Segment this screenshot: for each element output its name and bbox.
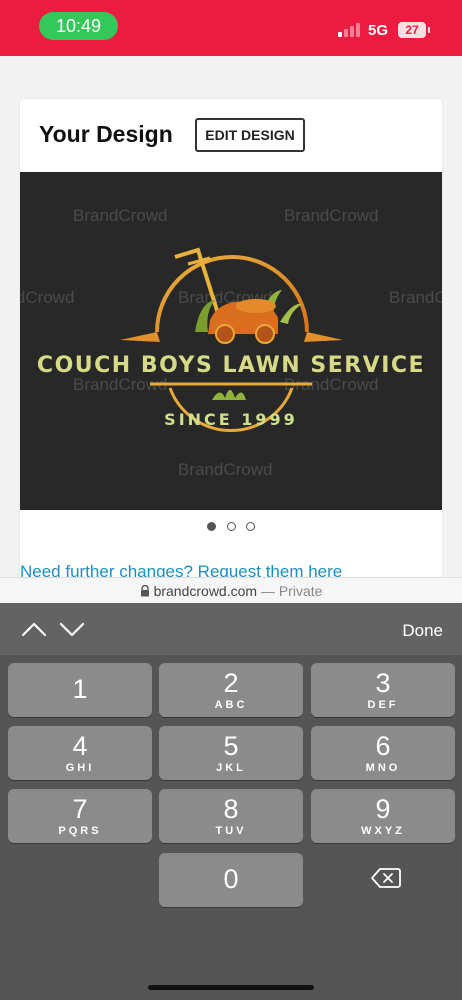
numeric-keypad: 1 2 ABC 3 DEF 4 GHI 5 JKL 6 MNO 7 PQRS 8… [0, 655, 462, 1000]
url-separator: — [257, 583, 279, 599]
key-6[interactable]: 6 MNO [311, 726, 455, 780]
key-number: 5 [223, 731, 239, 761]
battery-tip [428, 27, 430, 33]
key-number: 6 [375, 731, 391, 761]
url-domain: brandcrowd.com [153, 583, 258, 599]
key-1[interactable]: 1 [8, 663, 152, 717]
key-number: 8 [223, 794, 239, 824]
carousel-dot[interactable] [246, 522, 255, 531]
key-9[interactable]: 9 WXYZ [311, 789, 455, 843]
design-card: Your Design EDIT DESIGN BrandCrowd Brand… [20, 99, 442, 579]
key-number: 1 [72, 674, 88, 704]
carousel-dot[interactable] [227, 522, 236, 531]
logo-since: SINCE 1999 [164, 410, 298, 429]
key-number: 0 [223, 864, 239, 894]
key-number: 7 [72, 794, 88, 824]
key-5[interactable]: 5 JKL [159, 726, 303, 780]
logo-business-name: COUCH BOYS LAWN SERVICE [36, 353, 426, 378]
network-label: 5G [368, 22, 389, 39]
key-number: 4 [72, 731, 88, 761]
key-letters: PQRS [58, 825, 102, 837]
chevron-up-icon[interactable] [20, 617, 48, 641]
page-title: Your Design [39, 121, 173, 147]
done-button[interactable]: Done [402, 621, 443, 641]
key-number: 2 [223, 668, 239, 698]
key-letters: GHI [65, 762, 95, 774]
key-letters: MNO [365, 762, 401, 774]
carousel-dot[interactable] [207, 522, 216, 531]
key-number: 3 [375, 668, 391, 698]
key-letters: WXYZ [361, 825, 405, 837]
lock-icon [140, 579, 150, 605]
key-3[interactable]: 3 DEF [311, 663, 455, 717]
backspace-icon[interactable] [371, 866, 401, 890]
battery-icon: 27 [398, 22, 426, 38]
status-bar: 10:49 5G 27 [0, 0, 462, 56]
status-time: 10:49 [39, 12, 118, 40]
key-4[interactable]: 4 GHI [8, 726, 152, 780]
request-changes-link[interactable]: Need further changes? Request them here [20, 562, 342, 577]
key-letters: DEF [367, 699, 399, 711]
key-letters: TUV [215, 825, 247, 837]
key-number: 9 [375, 794, 391, 824]
logo-preview[interactable]: BrandCrowd BrandCrowd BrandCrowd BrandCr… [20, 172, 442, 510]
key-2[interactable]: 2 ABC [159, 663, 303, 717]
key-letters: JKL [216, 762, 246, 774]
signal-icon [338, 23, 360, 37]
edit-design-button[interactable]: EDIT DESIGN [195, 118, 305, 152]
keyboard-accessory-bar: Done [0, 603, 462, 655]
key-8[interactable]: 8 TUV [159, 789, 303, 843]
key-letters: ABC [214, 699, 248, 711]
key-7[interactable]: 7 PQRS [8, 789, 152, 843]
chevron-down-icon[interactable] [58, 617, 86, 641]
home-indicator[interactable] [148, 985, 314, 990]
logo-graphic [120, 247, 343, 433]
url-private-label: Private [278, 583, 323, 599]
carousel-dots[interactable] [207, 522, 267, 534]
key-0[interactable]: 0 [159, 853, 303, 907]
url-bar[interactable]: brandcrowd.com — Private [0, 577, 462, 604]
